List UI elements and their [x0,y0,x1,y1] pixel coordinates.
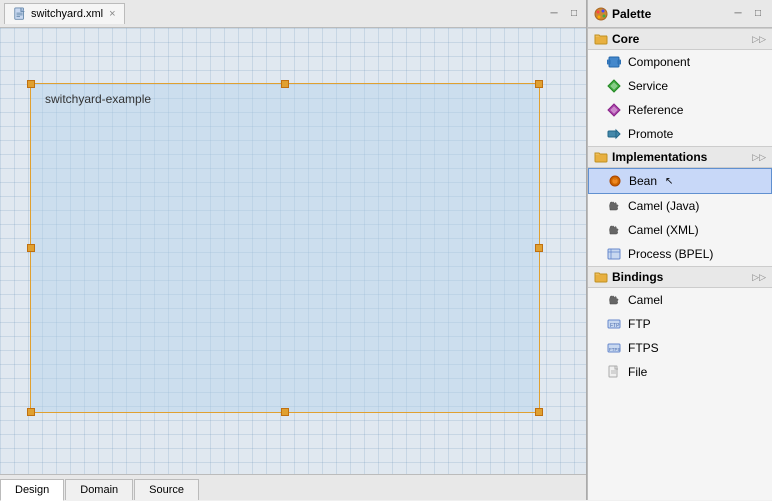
handle-tl[interactable] [27,80,35,88]
palette-controls: ─ □ [730,6,766,22]
palette-section-core-header[interactable]: Core ▷▷ [588,28,772,50]
ftps-svg: FTPS [607,341,621,355]
handle-br[interactable] [535,408,543,416]
file-binding-svg [607,365,621,379]
palette-minimize-btn[interactable]: ─ [730,6,746,22]
camel-xml-svg [607,223,621,237]
palette-section-bindings: Bindings ▷▷ Camel FTP [588,266,772,384]
reference-icon [606,102,622,118]
palette-item-component[interactable]: Component [588,50,772,74]
palette-item-camel-java[interactable]: Camel (Java) [588,194,772,218]
palette-header: Palette ─ □ [588,0,772,28]
process-bpel-label: Process (BPEL) [628,247,713,261]
palette-item-promote[interactable]: Promote [588,122,772,146]
camel-java-label: Camel (Java) [628,199,699,213]
handle-mr[interactable] [535,244,543,252]
editor-panel: switchyard.xml × ─ □ switchyard-example … [0,0,587,500]
palette-item-ftps[interactable]: FTPS FTPS [588,336,772,360]
implementations-expand-icon: ▷▷ [752,152,766,163]
palette-item-file[interactable]: File [588,360,772,384]
palette-section-bindings-label: Bindings [612,270,748,284]
minimize-btn[interactable]: ─ [546,6,562,22]
core-expand-icon: ▷▷ [752,34,766,45]
tab-controls: ─ □ [546,6,582,22]
component-svg [607,55,621,69]
ftps-icon: FTPS [606,340,622,356]
palette-item-bean[interactable]: Bean ↖ [588,168,772,194]
bottom-tab-bar: Design Domain Source [0,474,586,500]
camel-binding-icon [606,292,622,308]
service-label: Service [628,79,668,93]
component-icon [606,54,622,70]
editor-tab-bar: switchyard.xml × ─ □ [0,0,586,28]
process-bpel-svg [607,247,621,261]
camel-java-svg [607,199,621,213]
bean-icon [607,173,623,189]
promote-label: Promote [628,127,673,141]
palette-item-camel-binding[interactable]: Camel [588,288,772,312]
palette-item-service[interactable]: Service [588,74,772,98]
handle-ml[interactable] [27,244,35,252]
file-icon [13,7,27,21]
process-bpel-icon [606,246,622,262]
camel-java-icon [606,198,622,214]
bindings-expand-icon: ▷▷ [752,272,766,283]
palette-section-bindings-header[interactable]: Bindings ▷▷ [588,266,772,288]
svg-text:FTPS: FTPS [609,347,621,352]
promote-svg [607,127,621,141]
file-binding-icon [606,364,622,380]
handle-bl[interactable] [27,408,35,416]
camel-binding-label: Camel [628,293,663,307]
service-svg [607,79,621,93]
palette-item-camel-xml[interactable]: Camel (XML) [588,218,772,242]
ftp-label: FTP [628,317,651,331]
camel-binding-svg [607,293,621,307]
palette-item-reference[interactable]: Reference [588,98,772,122]
ftp-icon: FTP [606,316,622,332]
ftps-label: FTPS [628,341,659,355]
file-label: File [628,365,647,379]
palette-section-core: Core ▷▷ Component [588,28,772,146]
tab-design[interactable]: Design [0,479,64,501]
svg-text:FTP: FTP [610,323,620,329]
handle-tc[interactable] [281,80,289,88]
promote-icon [606,126,622,142]
palette-section-implementations: Implementations ▷▷ Bean ↖ [588,146,772,266]
reference-svg [607,103,621,117]
folder-icon-implementations [594,150,608,164]
editor-tab[interactable]: switchyard.xml × [4,3,125,24]
ftp-svg: FTP [607,317,621,331]
cursor-indicator: ↖ [665,176,673,187]
palette-body: Core ▷▷ Component [588,28,772,500]
reference-label: Reference [628,103,683,117]
palette-item-process-bpel[interactable]: Process (BPEL) [588,242,772,266]
palette-maximize-btn[interactable]: □ [750,6,766,22]
camel-xml-label: Camel (XML) [628,223,699,237]
bean-label: Bean [629,174,657,188]
palette-title: Palette [612,7,726,21]
palette-icon [594,7,608,21]
bean-svg [608,174,622,188]
component-label: Component [628,55,690,69]
palette-section-implementations-label: Implementations [612,150,748,164]
maximize-btn[interactable]: □ [566,6,582,22]
palette-item-ftp[interactable]: FTP FTP [588,312,772,336]
palette-section-implementations-header[interactable]: Implementations ▷▷ [588,146,772,168]
folder-icon-core [594,32,608,46]
service-icon [606,78,622,94]
diagram-box[interactable]: switchyard-example [30,83,540,413]
tab-domain[interactable]: Domain [65,479,133,500]
editor-canvas[interactable]: switchyard-example [0,28,586,474]
tab-source[interactable]: Source [134,479,199,500]
handle-bc[interactable] [281,408,289,416]
palette-section-core-label: Core [612,32,748,46]
editor-tab-close[interactable]: × [109,8,115,20]
editor-tab-label: switchyard.xml [31,8,103,20]
palette-panel: Palette ─ □ Core ▷▷ [587,0,772,500]
folder-icon-bindings [594,270,608,284]
handle-tr[interactable] [535,80,543,88]
camel-xml-icon [606,222,622,238]
diagram-label: switchyard-example [45,92,151,106]
